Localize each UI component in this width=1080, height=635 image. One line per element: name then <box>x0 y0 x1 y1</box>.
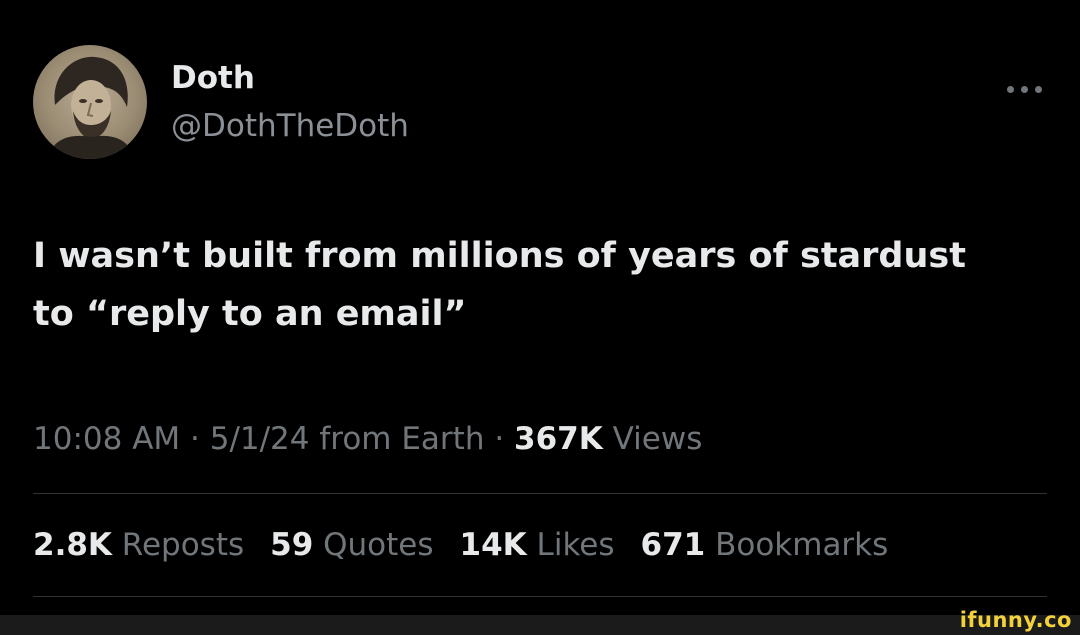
likes-count: 14K <box>459 527 527 563</box>
bookmarks-label: Bookmarks <box>705 527 889 563</box>
views-count[interactable]: 367K <box>514 421 603 457</box>
bookmarks-stat[interactable]: 671 Bookmarks <box>641 523 889 567</box>
bookmarks-count: 671 <box>640 527 706 563</box>
more-options-button[interactable] <box>996 78 1052 102</box>
tweet-time[interactable]: 10:08 AM <box>33 421 180 457</box>
likes-label: Likes <box>526 527 615 563</box>
tweet-card: Doth @DothTheDoth I wasn’t built from mi… <box>0 0 1080 615</box>
reposts-stat[interactable]: 2.8K Reposts <box>33 523 244 567</box>
more-dot <box>1021 86 1028 93</box>
quotes-count: 59 <box>270 527 314 563</box>
tweet-meta: 10:08 AM · 5/1/24 from Earth · 367K View… <box>33 417 702 461</box>
reposts-label: Reposts <box>111 527 245 563</box>
quotes-stat[interactable]: 59 Quotes <box>270 523 433 567</box>
avatar[interactable] <box>33 45 147 159</box>
portrait-avatar-image <box>47 56 135 159</box>
engagement-stats: 2.8K Reposts 59 Quotes 14K Likes 671 Boo… <box>33 523 888 567</box>
tweet-date[interactable]: 5/1/24 <box>210 421 310 457</box>
tweet-text-line: to “reply to an email” <box>33 294 467 334</box>
tweet-text-line: I wasn’t built from millions of years of… <box>33 236 966 276</box>
author-display-name[interactable]: Doth <box>171 58 255 98</box>
more-horizontal-icon <box>1007 86 1014 93</box>
tweet-source: from Earth <box>309 421 485 457</box>
tweet-text: I wasn’t built from millions of years of… <box>33 227 1053 343</box>
watermark-bar: ifunny.co <box>0 608 1080 635</box>
reposts-count: 2.8K <box>33 527 112 563</box>
meta-separator: · <box>484 421 515 457</box>
divider <box>33 493 1047 494</box>
views-label[interactable]: Views <box>603 421 703 457</box>
quotes-label: Quotes <box>313 527 434 563</box>
divider <box>33 596 1047 597</box>
meta-separator: · <box>180 421 210 457</box>
author-handle[interactable]: @DothTheDoth <box>171 106 409 146</box>
likes-stat[interactable]: 14K Likes <box>460 523 615 567</box>
ifunny-watermark: ifunny.co <box>959 608 1072 632</box>
more-dot <box>1035 86 1042 93</box>
